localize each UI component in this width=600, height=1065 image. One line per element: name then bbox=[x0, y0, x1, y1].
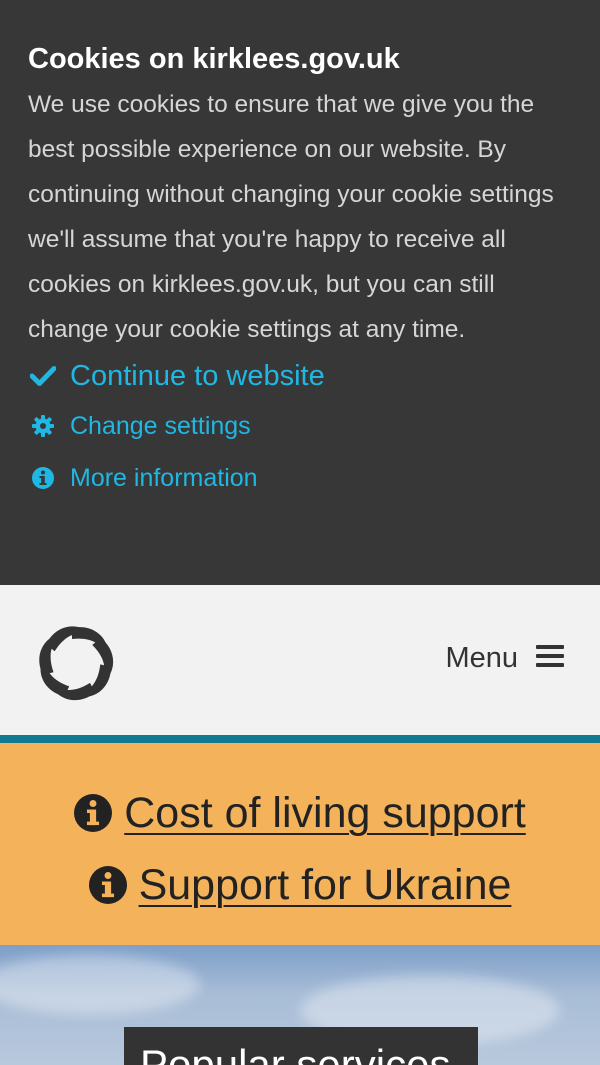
cookie-banner-text: We use cookies to ensure that we give yo… bbox=[28, 91, 554, 343]
header-divider bbox=[0, 735, 600, 743]
cost-of-living-support-label: Cost of living support bbox=[124, 789, 526, 837]
alert-banner: Cost of living support Support for Ukrai… bbox=[0, 743, 600, 945]
hero-image: Popular services bbox=[0, 945, 600, 1065]
cookie-banner-title: Cookies on kirklees.gov.uk bbox=[28, 43, 400, 75]
gear-icon bbox=[28, 415, 58, 437]
support-for-ukraine-link[interactable]: Support for Ukraine bbox=[0, 849, 600, 921]
continue-to-website-label: Continue to website bbox=[70, 359, 325, 392]
popular-services-heading: Popular services bbox=[124, 1027, 478, 1065]
change-settings-label: Change settings bbox=[70, 411, 251, 440]
support-for-ukraine-label: Support for Ukraine bbox=[138, 861, 512, 909]
hamburger-icon bbox=[536, 642, 564, 675]
menu-button[interactable]: Menu bbox=[445, 642, 564, 675]
menu-label: Menu bbox=[445, 642, 518, 674]
site-header: Menu bbox=[0, 585, 600, 735]
cost-of-living-support-link[interactable]: Cost of living support bbox=[0, 777, 600, 849]
cloud-shape bbox=[0, 955, 200, 1015]
more-information-label: More information bbox=[70, 463, 258, 492]
info-circle-icon bbox=[28, 467, 58, 489]
change-settings-link[interactable]: Change settings bbox=[28, 400, 572, 452]
cookie-banner: Cookies on kirklees.gov.uk We use cookie… bbox=[0, 0, 600, 585]
continue-to-website-link[interactable]: Continue to website bbox=[28, 352, 572, 400]
info-circle-icon bbox=[74, 794, 113, 832]
info-circle-icon bbox=[88, 866, 127, 904]
kirklees-logo-icon[interactable] bbox=[35, 623, 117, 703]
check-icon bbox=[28, 365, 58, 387]
more-information-link[interactable]: More information bbox=[28, 452, 572, 504]
